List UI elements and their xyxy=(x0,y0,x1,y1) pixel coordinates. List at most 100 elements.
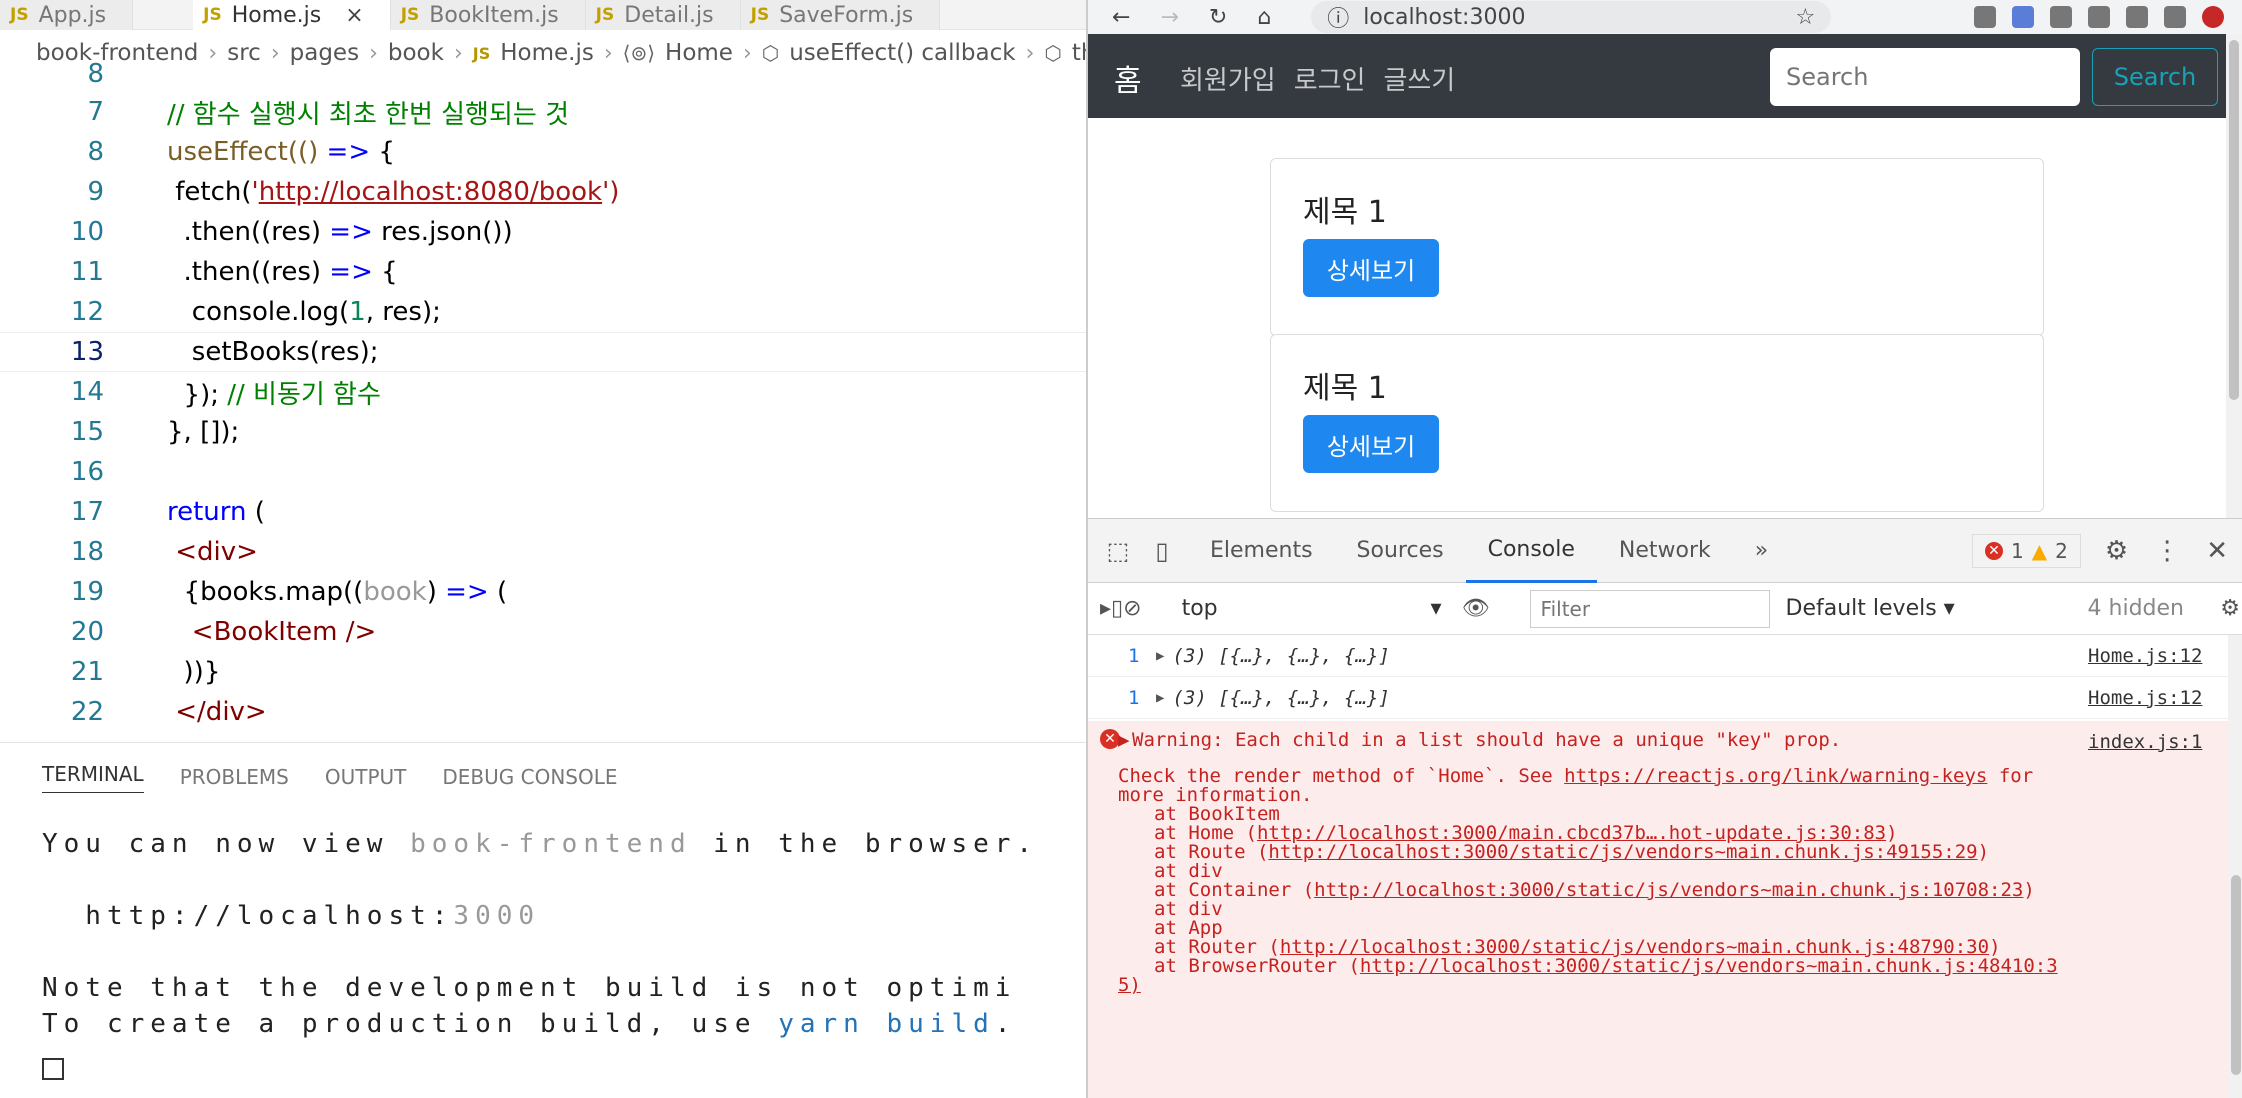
clear-console-icon[interactable]: ⊘ xyxy=(1123,596,1141,621)
stack-link-tail[interactable]: 5) xyxy=(1118,974,1141,996)
search-input[interactable] xyxy=(1770,48,2080,106)
nav-link-write[interactable]: 글쓰기 xyxy=(1383,60,1455,97)
close-icon[interactable]: × xyxy=(345,3,363,28)
back-icon[interactable]: ← xyxy=(1112,5,1130,30)
js-file-icon: JS xyxy=(750,5,770,25)
book-card: 제목 1 상세보기 xyxy=(1270,158,2044,336)
console-log-row[interactable]: 1 ▶ (3) [{…}, {…}, {…}] Home.js:12 xyxy=(1088,635,2228,677)
chevron-down-icon: ▾ xyxy=(1430,596,1442,621)
page-scrollbar[interactable] xyxy=(2226,34,2242,518)
avatar[interactable] xyxy=(2202,6,2224,28)
playlist-icon[interactable] xyxy=(2164,6,2186,28)
code-line-current: 13 setBooks(res); xyxy=(0,332,1086,372)
issue-counter[interactable]: ✕ 1 ▲ 2 xyxy=(1972,533,2081,568)
star-icon[interactable]: ☆ xyxy=(1796,5,1816,30)
scrollbar-thumb[interactable] xyxy=(2229,40,2239,400)
detail-button[interactable]: 상세보기 xyxy=(1303,239,1439,297)
scrollbar-thumb[interactable] xyxy=(2231,875,2241,1075)
code-token: { xyxy=(372,257,398,287)
warning-link[interactable]: https://reactjs.org/link/warning-keys xyxy=(1564,765,1987,787)
tab-terminal[interactable]: TERMINAL xyxy=(42,762,144,793)
code-editor[interactable]: 8 7 // 함수 실행시 최초 한번 실행되는 것 8 useEffect(() … xyxy=(0,59,1086,738)
code-token: fetch( xyxy=(167,177,252,207)
tab-elements[interactable]: Elements xyxy=(1188,519,1335,583)
expand-triangle-icon[interactable]: ▶ xyxy=(1118,729,1129,751)
line-number: 14 xyxy=(70,377,104,407)
terminal-output[interactable]: You can now view book-frontend in the br… xyxy=(42,829,1038,1093)
stack-link[interactable]: http://localhost:3000/static/js/vendors~… xyxy=(1314,879,2023,901)
code-line: 12 console.log(1, res); xyxy=(0,292,1086,332)
sidebar-toggle-icon[interactable]: ▸▯ xyxy=(1100,596,1123,621)
terminal-text: yarn build xyxy=(778,1009,995,1039)
hidden-count: 4 hidden xyxy=(2087,596,2184,621)
code-text: console.log(1, res); xyxy=(167,297,441,327)
gear-icon[interactable]: ⚙ xyxy=(2220,596,2240,621)
browser-window: ← → ↻ ⌂ ⓘ localhost:3000 ☆ 홈 회원가입 로그인 글쓰… xyxy=(1086,0,2242,1098)
address-bar[interactable]: ⓘ localhost:3000 ☆ xyxy=(1311,1,1832,33)
console-scrollbar[interactable] xyxy=(2228,635,2242,1098)
nav-link-signup[interactable]: 회원가입 xyxy=(1180,60,1276,97)
more-vert-icon[interactable]: ⋮ xyxy=(2154,536,2180,566)
tab-saveform-js[interactable]: JS SaveForm.js xyxy=(740,0,941,30)
extension-icon[interactable] xyxy=(2088,6,2110,28)
error-source-link[interactable]: index.js:1 xyxy=(2088,731,2228,753)
terminal-line xyxy=(42,1057,1038,1093)
close-icon[interactable]: ✕ xyxy=(2206,536,2228,566)
navbar-brand[interactable]: 홈 xyxy=(1114,56,1142,100)
terminal-line: http://localhost:3000 xyxy=(42,901,1038,937)
line-number: 7 xyxy=(87,97,104,127)
log-source-link[interactable]: Home.js:12 xyxy=(2088,687,2228,709)
expand-triangle-icon[interactable]: ▶ xyxy=(1156,648,1164,664)
card-title: 제목 1 xyxy=(1303,371,1387,406)
more-tabs-icon[interactable]: » xyxy=(1733,519,1790,583)
terminal-text: book-frontend xyxy=(410,829,692,859)
stack-link[interactable]: http://localhost:3000/static/js/vendors~… xyxy=(1360,955,2058,977)
device-toggle-icon[interactable]: ▯ xyxy=(1148,537,1176,565)
code-text: }, []); xyxy=(167,417,240,447)
inspect-icon[interactable]: ⬚ xyxy=(1104,537,1132,565)
code-text: }); // 비동기 함수 xyxy=(167,374,381,411)
home-icon[interactable]: ⌂ xyxy=(1257,5,1271,30)
console-filter-input[interactable] xyxy=(1529,589,1770,628)
nav-links: 회원가입 로그인 글쓰기 xyxy=(1180,60,1455,97)
tab-label: Home.js xyxy=(231,2,322,28)
gear-icon[interactable]: ⚙ xyxy=(2105,536,2128,566)
search-button[interactable]: Search xyxy=(2092,48,2218,106)
tab-network[interactable]: Network xyxy=(1597,519,1733,583)
tab-debug-console[interactable]: DEBUG CONSOLE xyxy=(442,765,617,789)
tab-output[interactable]: OUTPUT xyxy=(325,765,407,789)
warning-text: for xyxy=(1987,765,2034,787)
nav-link-login[interactable]: 로그인 xyxy=(1294,60,1366,97)
log-source-link[interactable]: Home.js:12 xyxy=(2088,645,2228,667)
eye-icon[interactable]: 👁 xyxy=(1462,596,1490,621)
detail-button[interactable]: 상세보기 xyxy=(1303,415,1439,473)
code-line: 19 {books.map((book) => ( xyxy=(0,572,1086,612)
log-levels-dropdown[interactable]: Default levels ▾ xyxy=(1786,596,1955,621)
pen-icon[interactable] xyxy=(2050,6,2072,28)
line-number: 10 xyxy=(70,217,104,247)
tab-sources[interactable]: Sources xyxy=(1335,519,1466,583)
forward-icon[interactable]: → xyxy=(1160,5,1178,30)
error-icon: ✕ xyxy=(1100,729,1120,749)
code-line: 10 .then((res) => res.json()) xyxy=(0,212,1086,252)
tab-console[interactable]: Console xyxy=(1465,519,1597,583)
expand-triangle-icon[interactable]: ▶ xyxy=(1156,690,1164,706)
context-selector[interactable]: top ▾ xyxy=(1182,596,1442,621)
tab-label: App.js xyxy=(38,2,107,28)
puzzle-icon[interactable] xyxy=(2126,6,2148,28)
console-toolbar: ▸▯ ⊘ top ▾ 👁 Default levels ▾ 4 hidden ⚙ xyxy=(1088,583,2242,635)
tab-detail-js[interactable]: JS Detail.js xyxy=(585,0,741,30)
code-line: 11 .then((res) => { xyxy=(0,252,1086,292)
extension-icon[interactable] xyxy=(2012,6,2034,28)
code-token: ( xyxy=(246,497,265,527)
reload-icon[interactable]: ↻ xyxy=(1209,5,1227,30)
stack-link[interactable]: http://localhost:3000/static/js/vendors~… xyxy=(1268,841,1977,863)
code-token: => xyxy=(326,137,371,167)
tab-app-js[interactable]: JS App.js xyxy=(0,0,134,30)
tab-bookitem-js[interactable]: JS BookItem.js xyxy=(390,0,586,30)
console-log-row[interactable]: 1 ▶ (3) [{…}, {…}, {…}] Home.js:12 xyxy=(1088,677,2228,719)
tab-home-js[interactable]: JS Home.js × xyxy=(193,0,391,30)
tab-problems[interactable]: PROBLEMS xyxy=(180,765,289,789)
extension-icon[interactable] xyxy=(1974,6,1996,28)
code-text: fetch('http://localhost:8080/book') xyxy=(167,177,619,207)
